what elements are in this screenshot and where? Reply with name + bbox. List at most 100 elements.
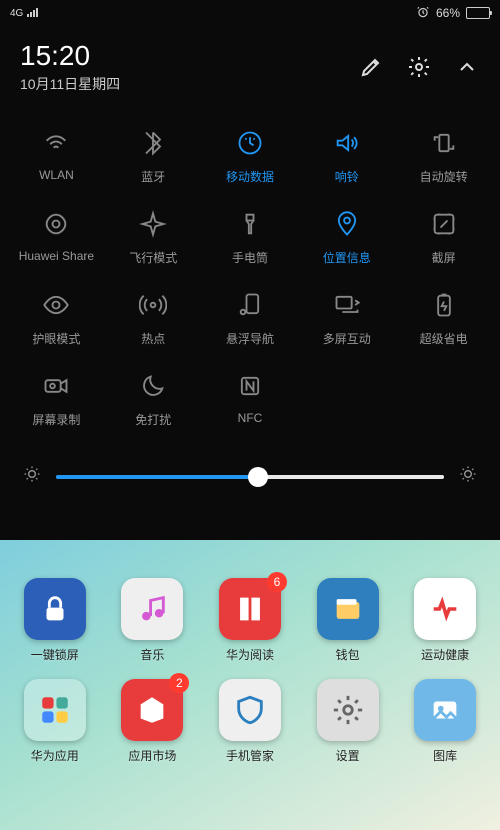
- app-label: 设置: [336, 747, 360, 764]
- tile-wlan[interactable]: WLAN: [8, 128, 105, 185]
- app-shield[interactable]: 手机管家: [210, 679, 290, 764]
- status-right: 66%: [416, 5, 490, 22]
- gear-app-icon: [317, 679, 379, 741]
- tile-label: 悬浮导航: [226, 330, 274, 347]
- book-app-icon: 6: [219, 578, 281, 640]
- nfc-icon: [236, 371, 264, 401]
- app-label: 钱包: [336, 646, 360, 663]
- tile-multiscreen[interactable]: 多屏互动: [298, 290, 395, 347]
- app-wallet[interactable]: 钱包: [308, 578, 388, 663]
- tile-label: 热点: [141, 330, 165, 347]
- app-label: 华为阅读: [226, 646, 274, 663]
- gallery-app-icon: [414, 679, 476, 741]
- tile-label: NFC: [238, 411, 263, 425]
- time-label: 15:20: [20, 40, 120, 72]
- app-label: 华为应用: [31, 747, 79, 764]
- tile-autorotate[interactable]: 自动旋转: [395, 128, 492, 185]
- torch-icon: [236, 209, 264, 239]
- date-label: 10月11日星期四: [20, 74, 120, 94]
- folder-app-icon: [24, 679, 86, 741]
- tile-location[interactable]: 位置信息: [298, 209, 395, 266]
- hotspot-icon: [139, 290, 167, 320]
- app-label: 音乐: [140, 646, 164, 663]
- home-row-2: 华为应用 2 应用市场 手机管家 设置 图库: [0, 671, 500, 772]
- tile-label: 屏幕录制: [32, 411, 80, 428]
- battery-icon: [466, 7, 490, 19]
- tile-eyecare[interactable]: 护眼模式: [8, 290, 105, 347]
- tile-label: 飞行模式: [129, 249, 177, 266]
- signal-label: 4G: [10, 8, 23, 19]
- panel-header: 15:20 10月11日星期四: [0, 26, 500, 102]
- tile-label: 移动数据: [226, 168, 274, 185]
- store-app-icon: 2: [121, 679, 183, 741]
- tile-label: 多屏互动: [323, 330, 371, 347]
- volume-icon: [333, 128, 361, 158]
- wifi-icon: [42, 128, 70, 158]
- tile-label: 响铃: [335, 168, 359, 185]
- app-heart[interactable]: 运动健康: [405, 578, 485, 663]
- tile-huawei-share[interactable]: Huawei Share: [8, 209, 105, 266]
- app-music[interactable]: 音乐: [112, 578, 192, 663]
- float-icon: [236, 290, 264, 320]
- app-gear[interactable]: 设置: [308, 679, 388, 764]
- tile-screenshot[interactable]: 截屏: [395, 209, 492, 266]
- brightness-row: [0, 444, 500, 511]
- record-icon: [42, 371, 70, 401]
- heart-app-icon: [414, 578, 476, 640]
- tile-label: 手电筒: [232, 249, 268, 266]
- app-label: 运动健康: [421, 646, 469, 663]
- tile-screenrec[interactable]: 屏幕录制: [8, 371, 105, 428]
- cast-icon: [333, 290, 361, 320]
- app-book[interactable]: 6 华为阅读: [210, 578, 290, 663]
- collapse-button[interactable]: [454, 54, 480, 80]
- tile-label: 截屏: [432, 249, 456, 266]
- time-date-block: 15:20 10月11日星期四: [20, 40, 120, 94]
- brightness-high-icon: [458, 464, 478, 489]
- tile-sound[interactable]: 响铃: [298, 128, 395, 185]
- screenshot-icon: [430, 209, 458, 239]
- eye-icon: [42, 290, 70, 320]
- tile-dnd[interactable]: 免打扰: [105, 371, 202, 428]
- wallet-app-icon: [317, 578, 379, 640]
- signal-bars-icon: [27, 7, 39, 20]
- app-folder[interactable]: 华为应用: [15, 679, 95, 764]
- status-left: 4G: [10, 7, 39, 20]
- app-label: 手机管家: [226, 747, 274, 764]
- settings-button[interactable]: [406, 54, 432, 80]
- pin-icon: [333, 209, 361, 239]
- tile-label: 护眼模式: [32, 330, 80, 347]
- share-icon: [42, 209, 70, 239]
- app-label: 应用市场: [128, 747, 176, 764]
- plane-icon: [139, 209, 167, 239]
- tile-powersave[interactable]: 超级省电: [395, 290, 492, 347]
- badge: 2: [169, 673, 189, 693]
- status-bar: 4G 66%: [0, 0, 500, 26]
- tile-label: 位置信息: [323, 249, 371, 266]
- app-store[interactable]: 2 应用市场: [112, 679, 192, 764]
- tile-floatnav[interactable]: 悬浮导航: [202, 290, 299, 347]
- tile-label: Huawei Share: [19, 249, 94, 263]
- brightness-low-icon: [22, 464, 42, 489]
- tile-bluetooth[interactable]: 蓝牙: [105, 128, 202, 185]
- edit-button[interactable]: [358, 54, 384, 80]
- app-label: 一键锁屏: [31, 646, 79, 663]
- app-lock[interactable]: 一键锁屏: [15, 578, 95, 663]
- tile-label: 自动旋转: [420, 168, 468, 185]
- tile-label: 超级省电: [420, 330, 468, 347]
- alarm-icon: [416, 5, 430, 22]
- badge: 6: [267, 572, 287, 592]
- tile-hotspot[interactable]: 热点: [105, 290, 202, 347]
- data-icon: [236, 128, 264, 158]
- battery-pct: 66%: [436, 6, 460, 20]
- home-screen: 一键锁屏 音乐 6 华为阅读 钱包 运动健康 华为应用 2 应用市场 手机管家 设置 图库: [0, 540, 500, 830]
- tile-airplane[interactable]: 飞行模式: [105, 209, 202, 266]
- brightness-slider[interactable]: [56, 475, 444, 479]
- app-label: 图库: [433, 747, 457, 764]
- tile-flashlight[interactable]: 手电筒: [202, 209, 299, 266]
- app-gallery[interactable]: 图库: [405, 679, 485, 764]
- tile-mobile-data[interactable]: 移动数据: [202, 128, 299, 185]
- moon-icon: [139, 371, 167, 401]
- tile-nfc[interactable]: NFC: [202, 371, 299, 428]
- battery-icon: [430, 290, 458, 320]
- home-row-1: 一键锁屏 音乐 6 华为阅读 钱包 运动健康: [0, 570, 500, 671]
